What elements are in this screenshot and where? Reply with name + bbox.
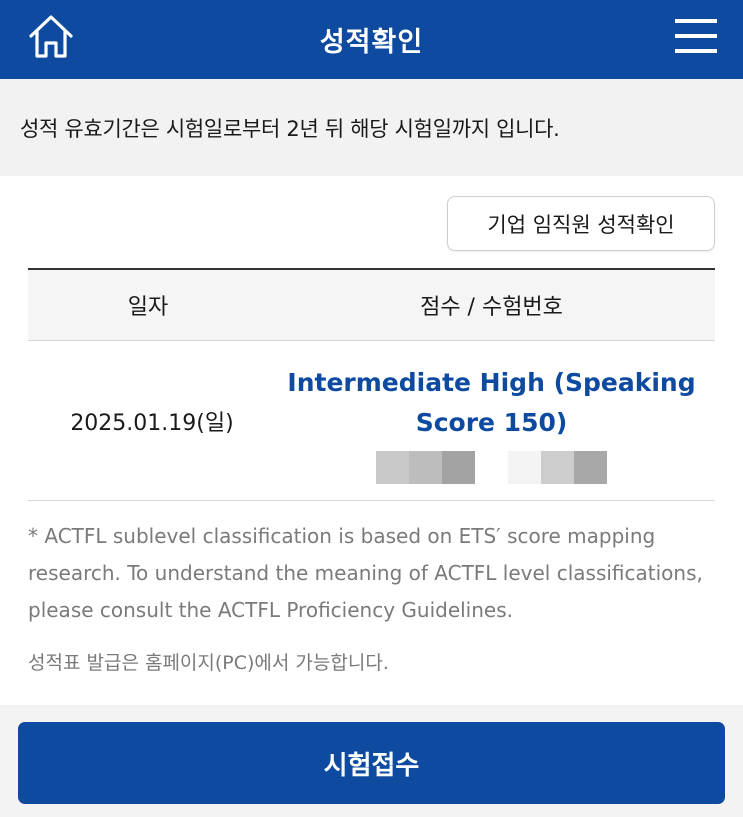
header-bar: 성적확인	[0, 0, 743, 79]
score-table: 일자 점수 / 수험번호 2025.01.19(일) Intermediate …	[28, 268, 715, 501]
page-title: 성적확인	[319, 27, 424, 58]
masked-exam-number	[376, 451, 607, 484]
exam-apply-button[interactable]: 시험접수	[18, 722, 725, 804]
table-header: 일자 점수 / 수험번호	[28, 270, 715, 341]
exam-date: 2025.01.19(일)	[70, 410, 234, 436]
column-header-date: 일자	[127, 295, 169, 320]
table-row: 2025.01.19(일) Intermediate High (Speakin…	[28, 341, 715, 501]
home-icon[interactable]	[26, 12, 76, 62]
pc-issuance-note: 성적표 발급은 홈페이지(PC)에서 가능합니다.	[28, 652, 389, 674]
actfl-footnote: * ACTFL sublevel classification is based…	[28, 524, 703, 622]
hamburger-menu-icon[interactable]	[675, 16, 717, 56]
corporate-score-check-button[interactable]: 기업 임직원 성적확인	[447, 196, 715, 251]
column-header-score: 점수 / 수험번호	[420, 295, 563, 320]
validity-notice: 성적 유효기간은 시험일로부터 2년 뒤 해당 시험일까지 입니다.	[0, 79, 743, 176]
score-cell: Intermediate High (Speaking Score 150)	[268, 357, 715, 484]
score-value[interactable]: Intermediate High (Speaking Score 150)	[277, 363, 707, 443]
